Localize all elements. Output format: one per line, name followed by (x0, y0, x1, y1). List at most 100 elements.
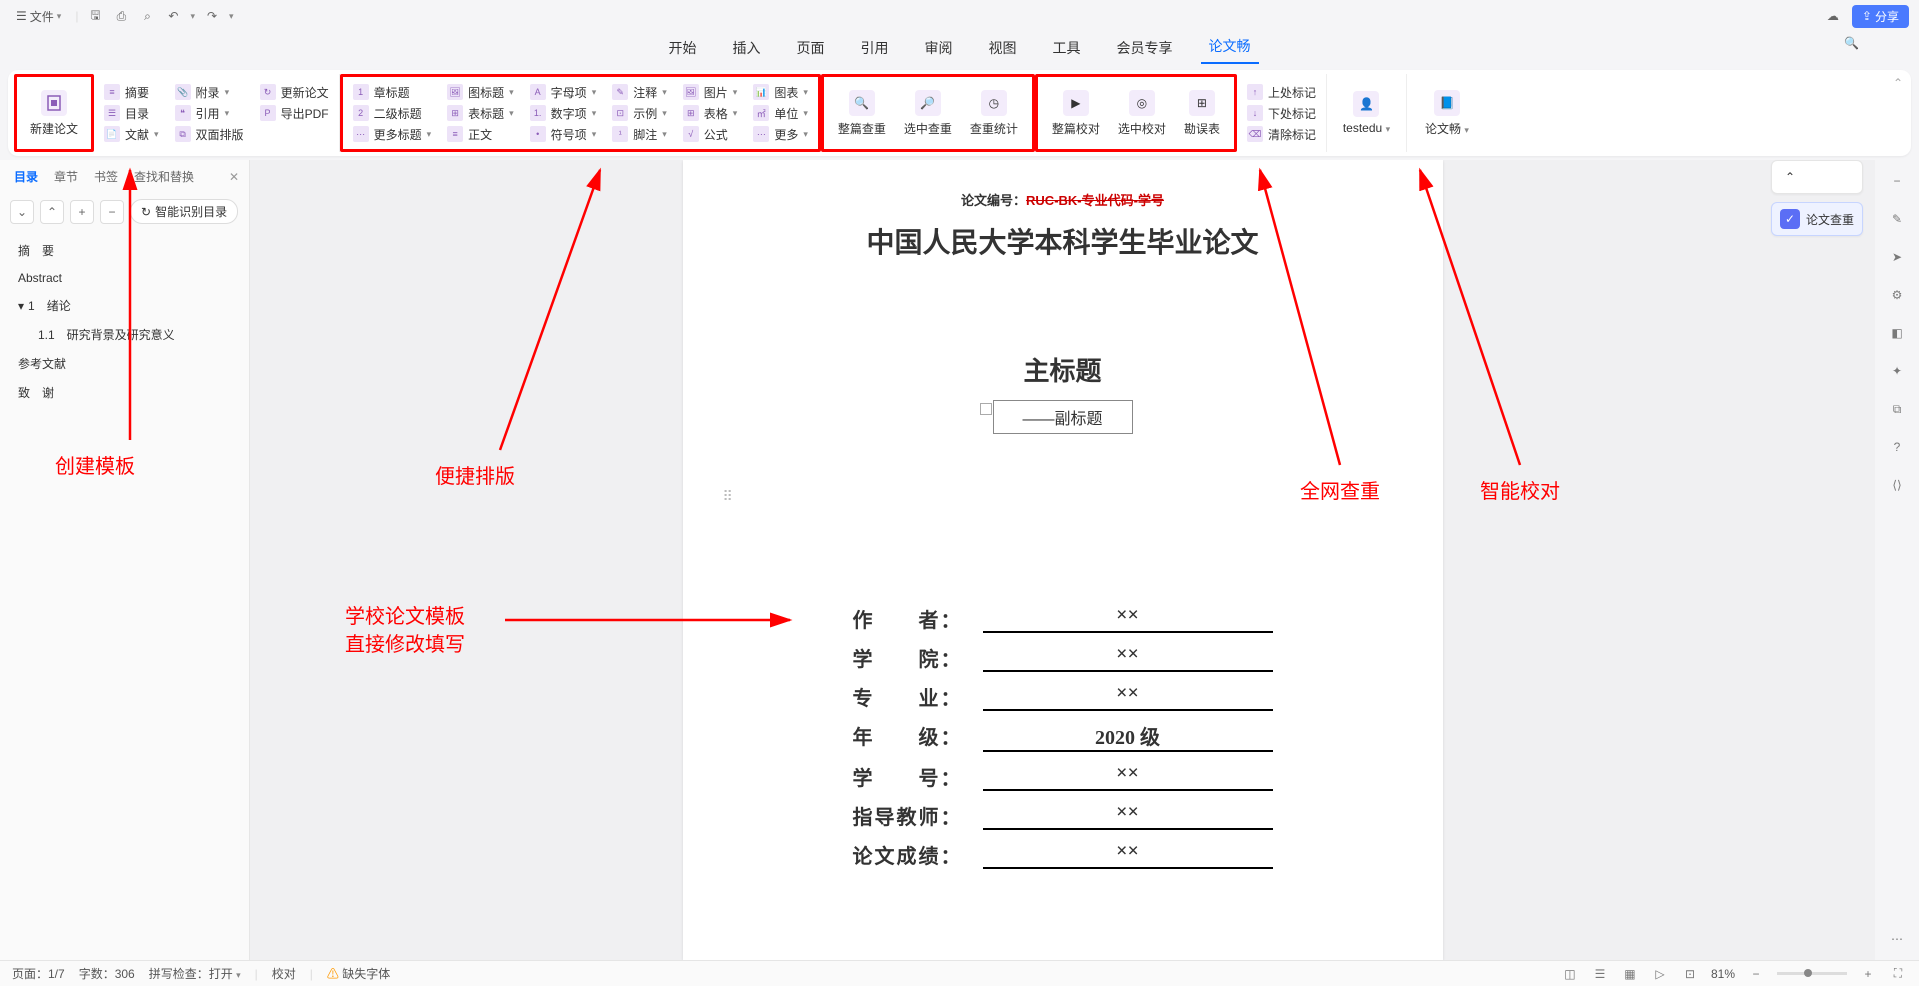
zoom-out-icon[interactable]: − (1747, 965, 1765, 983)
sidebar-tab-find[interactable]: 查找和替换 (130, 166, 198, 187)
sub-title-input[interactable]: ——副标题 (993, 400, 1133, 434)
tab-start[interactable]: 开始 (661, 32, 705, 64)
info-value[interactable]: ×× (983, 643, 1273, 672)
info-row[interactable]: 学 院：×× (853, 643, 1273, 672)
toc-item[interactable]: 1.1 研究背景及研究意义 (14, 320, 235, 349)
cite-button[interactable]: ❝引用▾ (173, 104, 246, 123)
info-value[interactable]: ×× (983, 801, 1273, 830)
zoom-in-icon[interactable]: + (1859, 965, 1877, 983)
chapter-title-button[interactable]: 1章标题 (351, 83, 434, 102)
image-button[interactable]: 🖼图片▾ (681, 83, 740, 102)
main-title[interactable]: 主标题 (743, 351, 1383, 388)
page-indicator[interactable]: 页面：1/7 (12, 965, 65, 982)
info-value[interactable]: ×× (983, 762, 1273, 791)
web-icon[interactable]: ▦ (1621, 965, 1639, 983)
references-button[interactable]: 📄文献▾ (102, 125, 161, 144)
tab-view[interactable]: 视图 (981, 32, 1025, 64)
code-icon[interactable]: ⟨⟩ (1886, 474, 1908, 496)
toc-item[interactable]: 致 谢 (14, 378, 235, 407)
preview-icon[interactable]: ⌕ (138, 7, 156, 25)
layout-icon[interactable]: ◫ (1561, 965, 1579, 983)
proof-status[interactable]: 校对 (272, 965, 296, 982)
next-mark-button[interactable]: ↓下处标记 (1245, 104, 1318, 123)
slider-icon[interactable]: ⚙ (1886, 284, 1908, 306)
tab-thesis[interactable]: 论文畅 (1201, 30, 1259, 64)
info-row[interactable]: 年 级：2020 级 (853, 721, 1273, 752)
abstract-button[interactable]: ≡摘要 (102, 83, 161, 102)
footnote-button[interactable]: ¹脚注▾ (610, 125, 669, 144)
alpha-item-button[interactable]: A字母项▾ (528, 83, 599, 102)
info-row[interactable]: 指导教师：×× (853, 801, 1273, 830)
toc-item[interactable]: ▾1 绪论 (14, 291, 235, 320)
search-icon[interactable]: 🔍 (1844, 36, 1859, 50)
word-count[interactable]: 字数：306 (79, 965, 135, 982)
sidebar-tab-toc[interactable]: 目录 (10, 166, 42, 187)
book-icon[interactable]: ⧉ (1886, 398, 1908, 420)
info-row[interactable]: 学 号：×× (853, 762, 1273, 791)
symbol-item-button[interactable]: •符号项▾ (528, 125, 599, 144)
spellcheck-status[interactable]: 拼写检查：打开 ▾ (149, 965, 241, 982)
full-proof-button[interactable]: ▶整篇校对 (1046, 86, 1106, 141)
drag-handle-icon[interactable]: ⠿ (723, 488, 733, 505)
collapse-button[interactable]: ⌄ (10, 200, 34, 224)
float-check-button[interactable]: ✓论文查重 (1771, 202, 1863, 236)
appendix-button[interactable]: 📎附录▾ (173, 83, 246, 102)
zoom-slider[interactable] (1777, 972, 1847, 975)
update-thesis-button[interactable]: ↻更新论文 (258, 83, 331, 102)
tab-review[interactable]: 审阅 (917, 32, 961, 64)
undo-icon[interactable]: ↶ (164, 7, 182, 25)
palette-icon[interactable]: ✦ (1886, 360, 1908, 382)
info-row[interactable]: 专 业：×× (853, 682, 1273, 711)
tab-vip[interactable]: 会员专享 (1109, 32, 1181, 64)
up-button[interactable]: ⌃ (40, 200, 64, 224)
cursor-icon[interactable]: ➤ (1886, 246, 1908, 268)
full-check-button[interactable]: 🔍整篇查重 (832, 86, 892, 141)
duplex-button[interactable]: ⧉双面排版 (173, 125, 246, 144)
file-menu[interactable]: ☰ 文件 ▾ (10, 5, 67, 28)
new-thesis-button[interactable]: 新建论文 (24, 86, 84, 141)
info-value[interactable]: ×× (983, 682, 1273, 711)
chevron-down-icon[interactable]: ▾ (190, 11, 195, 22)
table-button[interactable]: ⊞表格▾ (681, 104, 740, 123)
zoom-level[interactable]: 81% (1711, 967, 1735, 981)
h2-title-button[interactable]: 2二级标题 (351, 104, 434, 123)
sidebar-tab-bookmarks[interactable]: 书签 (90, 166, 122, 187)
check-stats-button[interactable]: ◷查重统计 (964, 86, 1024, 141)
clear-marks-button[interactable]: ⌫清除标记 (1245, 125, 1318, 144)
tab-tools[interactable]: 工具 (1045, 32, 1089, 64)
selection-proof-button[interactable]: ◎选中校对 (1112, 86, 1172, 141)
share-button[interactable]: ⇪ 分享 (1852, 5, 1909, 28)
outline-icon[interactable]: ▷ (1651, 965, 1669, 983)
user-account-button[interactable]: 👤 testedu ▾ (1337, 87, 1396, 139)
print-icon[interactable]: ⎙ (112, 7, 130, 25)
fullscreen-icon[interactable]: ⛶ (1889, 965, 1907, 983)
example-button[interactable]: ⊡示例▾ (610, 104, 669, 123)
settings-icon[interactable]: ◧ (1886, 322, 1908, 344)
more-titles-button[interactable]: ⋯更多标题▾ (351, 125, 434, 144)
export-pdf-button[interactable]: P导出PDF (258, 104, 331, 123)
sidebar-tab-chapters[interactable]: 章节 (50, 166, 82, 187)
smart-toc-button[interactable]: ↻智能识别目录 (130, 199, 238, 224)
more-icon[interactable]: ⋯ (1886, 928, 1908, 950)
toc-item[interactable]: 参考文献 (14, 349, 235, 378)
info-value[interactable]: ×× (983, 604, 1273, 633)
toc-item[interactable]: 摘 要 (14, 236, 235, 265)
table-title-button[interactable]: ⊞表标题▾ (445, 104, 516, 123)
tab-insert[interactable]: 插入 (725, 32, 769, 64)
add-button[interactable]: + (70, 200, 94, 224)
toc-button[interactable]: ☰目录 (102, 104, 161, 123)
prev-mark-button[interactable]: ↑上处标记 (1245, 83, 1318, 102)
float-toggle[interactable]: ⌃ (1771, 160, 1863, 194)
chart-button[interactable]: 📊图表▾ (751, 83, 810, 102)
collapse-ribbon-icon[interactable]: ⌃ (1893, 76, 1903, 90)
chevron-down-icon[interactable]: ▾ (229, 11, 234, 22)
tab-page[interactable]: 页面 (789, 32, 833, 64)
selection-check-button[interactable]: 🔎选中查重 (898, 86, 958, 141)
info-value[interactable]: ×× (983, 840, 1273, 869)
note-button[interactable]: ✎注释▾ (610, 83, 669, 102)
errata-button[interactable]: ⊞勘误表 (1178, 86, 1226, 141)
help-icon[interactable]: ? (1886, 436, 1908, 458)
reading-icon[interactable]: ☰ (1591, 965, 1609, 983)
info-row[interactable]: 作 者：×× (853, 604, 1273, 633)
unit-button[interactable]: ㎡单位▾ (751, 104, 810, 123)
